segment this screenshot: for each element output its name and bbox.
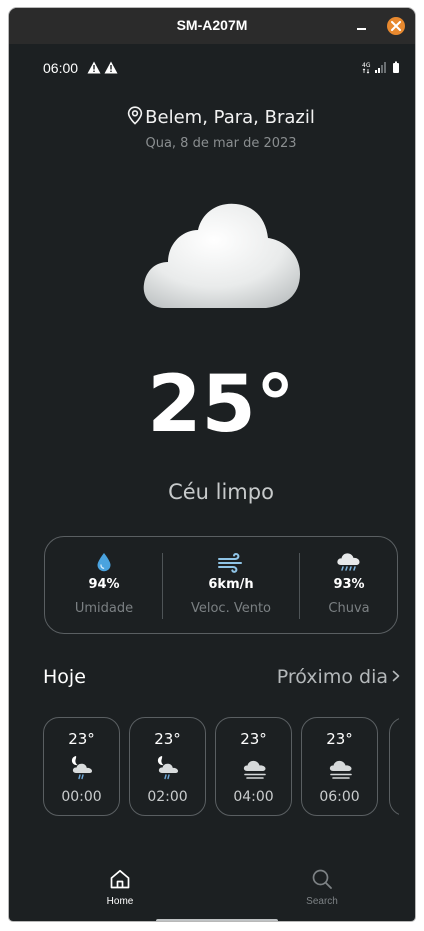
window-title: SM-A207M [176,17,248,33]
nav-search[interactable]: Search [277,868,367,907]
nav-search-label: Search [306,896,338,907]
bottom-navigation: Home Search [20,858,415,916]
nav-home[interactable]: Home [75,868,165,907]
hour-time: 02:00 [147,789,188,805]
network-type-label: 4G [362,62,371,69]
hour-card[interactable]: 23° 04:00 [215,717,292,816]
humidity-stat: 94% Umidade [45,537,163,635]
location-name: Belem, Para, Brazil [145,107,315,128]
hour-time: 06:00 [319,789,360,805]
fog-cloud-icon [243,760,266,779]
cloud-icon [143,203,300,308]
nav-home-label: Home [106,896,134,907]
hour-card[interactable]: 23° 02:00 [129,717,206,816]
current-temperature: 25° [147,360,295,450]
humidity-label: Umidade [74,601,134,616]
hour-temperature: 23° [240,730,267,748]
window-titlebar: SM-A207M [9,8,415,44]
status-time: 06:00 [43,60,79,76]
next-day-link[interactable]: Próximo dia [277,666,400,688]
hour-time: 00:00 [61,789,102,805]
warning-icon [104,61,118,74]
chevron-right-icon [392,670,400,682]
weather-stats-card: 94% Umidade 6km/h Veloc. Vento 93% Chuva [44,536,398,634]
hour-temperature: 23° [326,730,353,748]
signal-battery-icons: 4G [362,61,399,74]
search-icon [312,869,332,889]
rain-cloud-icon [337,553,360,571]
night-rain-icon [157,756,178,780]
rain-stat: 93% Chuva [299,537,399,635]
emulator-window: SM-A207M 06:00 4G Belem, Para, Brazil Qu… [9,8,415,921]
location-pin-icon [127,106,143,125]
hourly-forecast-list[interactable]: 23° 00:00 23° 02:00 23° 04:00 23° 06:00 [43,717,399,818]
weather-condition: Céu limpo [168,480,274,504]
fog-cloud-icon [329,760,352,779]
water-drop-icon [97,553,111,572]
night-rain-icon [71,756,92,780]
hour-card[interactable]: 23° 00:00 [43,717,120,816]
gesture-home-indicator[interactable] [156,919,278,921]
today-heading: Hoje [43,666,86,688]
wind-speed-label: Veloc. Vento [190,601,272,616]
close-icon [391,21,401,31]
home-icon [110,869,130,889]
hour-card[interactable]: 23° 06:00 [301,717,378,816]
wind-stat: 6km/h Veloc. Vento [163,537,299,635]
close-button[interactable] [387,17,405,35]
wind-icon [218,552,242,573]
rain-chance-value: 93% [333,577,365,592]
location-header: Belem, Para, Brazil [20,106,415,128]
hour-temperature: 23° [154,730,181,748]
current-date: Qua, 8 de mar de 2023 [145,136,297,151]
rain-chance-label: Chuva [328,601,370,616]
hour-card-partial[interactable] [389,717,399,816]
app-screen: 06:00 4G Belem, Para, Brazil Qua, 8 de m… [20,52,415,921]
warning-icon [87,61,101,74]
next-day-label: Próximo dia [276,666,388,688]
minimize-button[interactable] [356,18,368,32]
hour-time: 04:00 [233,789,274,805]
hour-temperature: 23° [68,730,95,748]
humidity-value: 94% [88,577,120,592]
wind-speed-value: 6km/h [208,577,254,592]
